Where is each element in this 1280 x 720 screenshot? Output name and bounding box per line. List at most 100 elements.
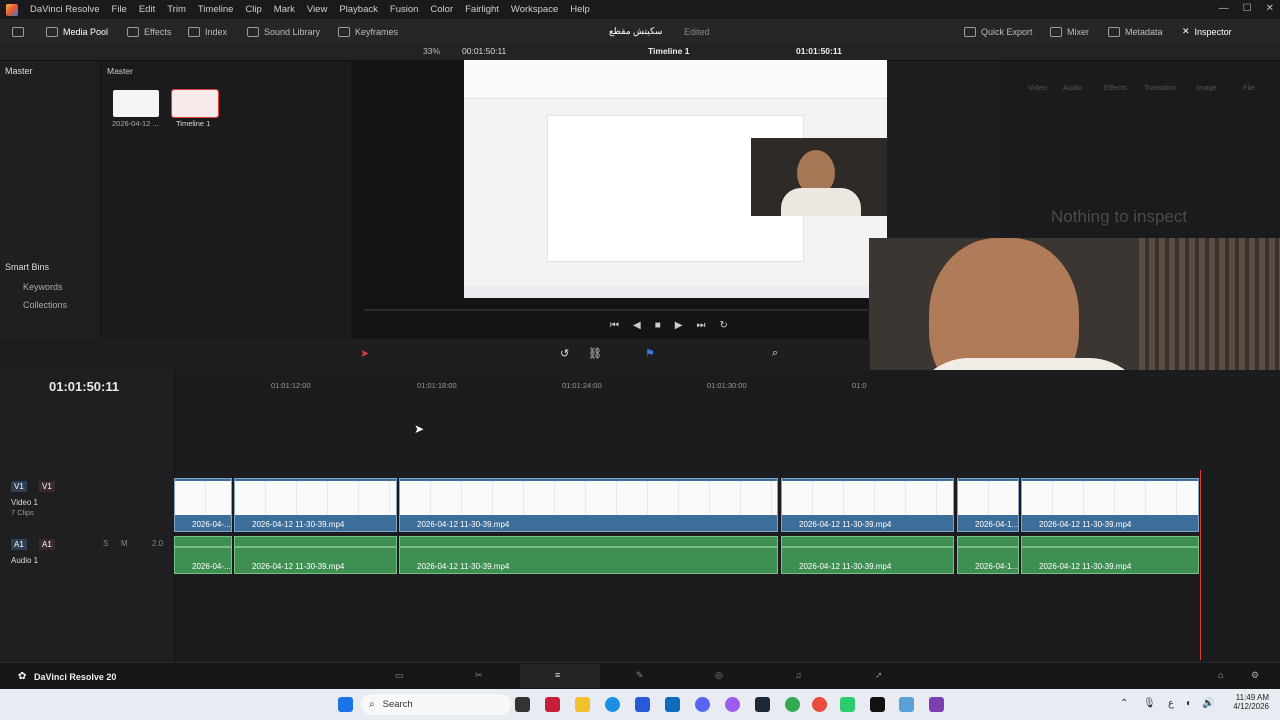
davinci-taskbar-icon[interactable]	[870, 697, 885, 712]
app-icon[interactable]	[545, 697, 560, 712]
index-button[interactable]: Index	[188, 24, 227, 39]
audio-clip[interactable]: 2026-04-12 11-30-39.mp4	[234, 536, 397, 574]
menu-color[interactable]: Color	[424, 4, 459, 15]
close-icon[interactable]: ✕	[1266, 3, 1274, 14]
menu-file[interactable]: File	[106, 4, 133, 15]
audio-clip[interactable]: 2026-04-...	[174, 536, 232, 574]
quick-export-button[interactable]: Quick Export	[964, 24, 1033, 39]
menu-clip[interactable]: Clip	[239, 4, 267, 15]
menu-timeline[interactable]: Timeline	[192, 4, 240, 15]
layout-dropdown[interactable]	[12, 24, 24, 39]
inspector-tab-effects[interactable]: Effects	[1104, 83, 1127, 92]
minimize-icon[interactable]: —	[1219, 3, 1229, 14]
home-icon[interactable]: ⌂	[1218, 670, 1223, 680]
mixer-button[interactable]: Mixer	[1050, 24, 1089, 39]
settings-icon[interactable]: ⚙	[1251, 670, 1259, 681]
timeline-thumbnail[interactable]	[171, 89, 219, 118]
video-clip[interactable]: 2026-04-1...	[957, 478, 1019, 532]
copilot-icon[interactable]	[725, 697, 740, 712]
reverse-icon[interactable]: ◀	[633, 320, 641, 331]
inspector-button[interactable]: ✕ Inspector	[1182, 24, 1232, 39]
inspector-tab-image[interactable]: Image	[1196, 83, 1217, 92]
menu-workspace[interactable]: Workspace	[505, 4, 564, 15]
video-track-id[interactable]: V1	[11, 481, 27, 492]
video-clip[interactable]: 2026-04-12 11-30-39.mp4	[1021, 478, 1199, 532]
menu-trim[interactable]: Trim	[161, 4, 192, 15]
clock[interactable]: 11:49 AM 4/12/2026	[1229, 693, 1269, 711]
edge-icon[interactable]	[605, 697, 620, 712]
sound-library-button[interactable]: Sound Library	[247, 24, 320, 39]
start-icon[interactable]	[338, 697, 353, 712]
stop-icon[interactable]: ■	[655, 320, 661, 331]
play-icon[interactable]: ▶	[675, 320, 683, 331]
go-to-end-icon[interactable]: ⏭	[696, 320, 705, 331]
menu-help[interactable]: Help	[564, 4, 596, 15]
store-icon[interactable]	[635, 697, 650, 712]
inspector-tab-file[interactable]: File	[1243, 83, 1255, 92]
language-indicator[interactable]: ع	[1168, 698, 1174, 709]
metadata-button[interactable]: Metadata	[1108, 24, 1163, 39]
solo-button[interactable]: S	[103, 539, 108, 548]
keywords-bin[interactable]: Keywords	[23, 282, 63, 292]
file-explorer-icon[interactable]	[575, 697, 590, 712]
playhead[interactable]	[1200, 470, 1201, 660]
fusion-page-icon[interactable]: ✎	[636, 670, 644, 681]
zoom-icon[interactable]: ⌕	[772, 347, 778, 360]
network-icon[interactable]: ◐	[1186, 698, 1192, 709]
maximize-icon[interactable]: ☐	[1243, 3, 1252, 14]
timeline-ruler[interactable]: 01:01:12:00 01:01:18:00 01:01:24:00 01:0…	[175, 370, 1280, 401]
snapping-icon[interactable]: ↺	[560, 347, 569, 360]
collections-bin[interactable]: Collections	[23, 300, 67, 310]
menu-fairlight[interactable]: Fairlight	[459, 4, 505, 15]
clip-thumbnail[interactable]	[113, 90, 159, 117]
loop-icon[interactable]: ↻	[719, 320, 727, 331]
microphone-icon[interactable]: 🎙	[1143, 698, 1156, 709]
audio-clip[interactable]: 2026-04-12 11-30-39.mp4	[399, 536, 778, 574]
search-box[interactable]: ⌕ Search	[361, 694, 511, 715]
media-pool-button[interactable]: Media Pool	[46, 24, 108, 39]
video-clip[interactable]: 2026-04-12 11-30-39.mp4	[234, 478, 397, 532]
selection-tool-icon[interactable]: ➤	[360, 347, 369, 360]
video-clip[interactable]: 2026-04-...	[174, 478, 232, 532]
inspector-tab-audio[interactable]: Audio	[1063, 83, 1082, 92]
audio-track-id[interactable]: A1	[11, 539, 27, 550]
effects-button[interactable]: Effects	[127, 24, 171, 39]
chevron-up-icon[interactable]: ⌃	[1120, 698, 1128, 709]
task-view-icon[interactable]	[515, 697, 530, 712]
steam-icon[interactable]	[755, 697, 770, 712]
menu-edit[interactable]: Edit	[133, 4, 161, 15]
deliver-page-icon[interactable]: ➚	[875, 670, 883, 681]
menu-fusion[interactable]: Fusion	[384, 4, 425, 15]
inspector-tab-transition[interactable]: Transition	[1144, 83, 1177, 92]
mute-button[interactable]: M	[121, 539, 128, 548]
audio-clip[interactable]: 2026-04-12 11-30-39.mp4	[781, 536, 954, 574]
outlook-icon[interactable]	[665, 697, 680, 712]
fairlight-page-icon[interactable]: ♫	[795, 670, 802, 680]
zoom-level[interactable]: 33%	[423, 46, 440, 56]
app-icon[interactable]	[929, 697, 944, 712]
linked-selection-icon[interactable]: ⛓	[588, 347, 602, 360]
edit-page-icon[interactable]: ≡	[555, 670, 560, 680]
color-page-icon[interactable]: ◎	[715, 670, 723, 681]
media-page-icon[interactable]: ▭	[395, 670, 404, 681]
discord-icon[interactable]	[695, 697, 710, 712]
menu-mark[interactable]: Mark	[268, 4, 301, 15]
app-icon[interactable]	[899, 697, 914, 712]
menu-playback[interactable]: Playback	[333, 4, 384, 15]
video-clip[interactable]: 2026-04-12 11-30-39.mp4	[399, 478, 778, 532]
cut-page-icon[interactable]: ✂	[475, 670, 483, 681]
app-icon[interactable]	[840, 697, 855, 712]
menu-view[interactable]: View	[301, 4, 333, 15]
go-to-start-icon[interactable]: ⏮	[610, 320, 619, 331]
flag-icon[interactable]: ⚑	[645, 347, 655, 360]
chrome-icon[interactable]	[785, 697, 800, 712]
scrubber-bar[interactable]	[364, 309, 868, 311]
keyframes-button[interactable]: Keyframes	[338, 24, 398, 39]
audio-clip[interactable]: 2026-04-1...	[957, 536, 1019, 574]
audio-track-dest[interactable]: A1	[39, 539, 55, 550]
master-bin[interactable]: Master	[5, 66, 33, 76]
audio-clip[interactable]: 2026-04-12 11-30-39.mp4	[1021, 536, 1199, 574]
timeline-name[interactable]: Timeline 1	[648, 46, 689, 56]
video-clip[interactable]: 2026-04-12 11-30-39.mp4	[781, 478, 954, 532]
inspector-tab-video[interactable]: Video	[1028, 83, 1047, 92]
